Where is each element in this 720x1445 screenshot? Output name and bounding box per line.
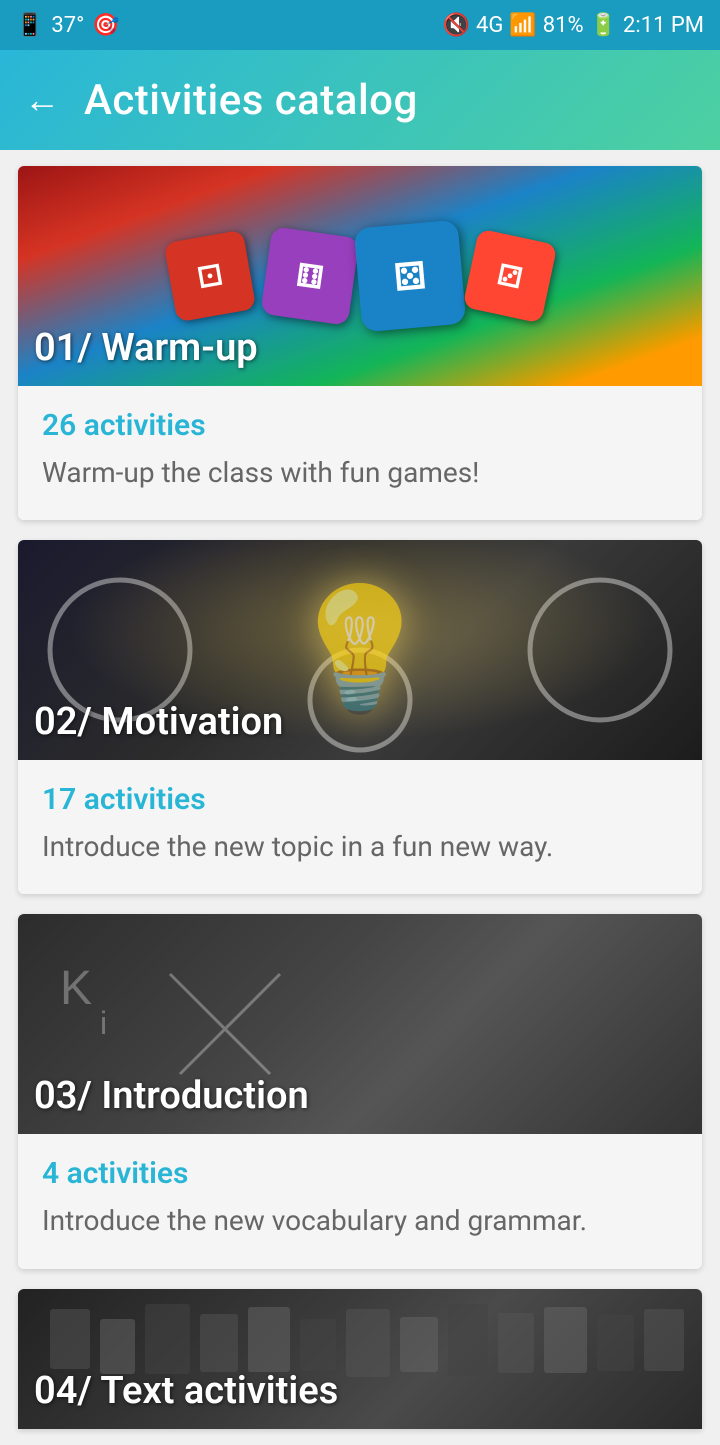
motivation-description: Introduce the new topic in a fun new way… (42, 827, 678, 866)
die-purple: ⚅ (260, 226, 359, 325)
signal-bars-icon: 📶 (509, 13, 536, 38)
card-warmup-image: ⚀ ⚅ ⚄ ⚂ 01/ Warm-up (18, 166, 702, 386)
mute-icon: 🔇 (443, 13, 470, 38)
card-warmup-body: 26 activities Warm-up the class with fun… (18, 386, 702, 520)
card-motivation-image: 💡 02/ Motivation (18, 540, 702, 760)
signal-label: 4G (476, 13, 503, 38)
card-type-title: 04/ Text activities (34, 1369, 338, 1413)
target-icon: 🎯 (92, 13, 119, 38)
warmup-activities-count: 26 activities (42, 408, 678, 443)
card-motivation-title: 02/ Motivation (34, 700, 283, 744)
motivation-activities-count: 17 activities (42, 782, 678, 817)
time: 2:11 PM (623, 13, 704, 38)
card-introduction-title: 03/ Introduction (34, 1074, 309, 1118)
card-warmup-title: 01/ Warm-up (34, 326, 258, 370)
warmup-description: Warm-up the class with fun games! (42, 453, 678, 492)
page-title: Activities catalog (84, 76, 418, 125)
card-introduction-image: K i 03/ Introduction (18, 914, 702, 1134)
introduction-activities-count: 4 activities (42, 1156, 678, 1191)
introduction-description: Introduce the new vocabulary and grammar… (42, 1201, 678, 1240)
die-red: ⚀ (164, 230, 257, 323)
bulb-icon: 💡 (285, 580, 434, 720)
card-motivation-body: 17 activities Introduce the new topic in… (18, 760, 702, 894)
card-introduction[interactable]: K i 03/ Introduction 4 activities Introd… (18, 914, 702, 1268)
status-bar: 📱 37° 🎯 🔇 4G 📶 81% 🔋 2:11 PM (0, 0, 720, 50)
phone-icon: 📱 (16, 13, 43, 38)
back-button[interactable]: ← (24, 79, 60, 121)
status-left: 📱 37° 🎯 (16, 13, 120, 38)
die-blue: ⚄ (354, 220, 467, 333)
toolbar: ← Activities catalog (0, 50, 720, 150)
svg-text:i: i (100, 1005, 107, 1041)
card-warmup[interactable]: ⚀ ⚅ ⚄ ⚂ 01/ Warm-up 26 activities Warm-u… (18, 166, 702, 520)
battery-temp: 37° (51, 13, 84, 38)
status-right: 🔇 4G 📶 81% 🔋 2:11 PM (443, 13, 704, 38)
card-introduction-body: 4 activities Introduce the new vocabular… (18, 1134, 702, 1268)
die-red2: ⚂ (463, 229, 558, 324)
card-motivation[interactable]: 💡 02/ Motivation 17 activities Introduce… (18, 540, 702, 894)
battery-percent: 81% (543, 13, 584, 38)
svg-text:K: K (60, 962, 92, 1015)
card-type[interactable]: 04/ Text activities (18, 1289, 702, 1429)
content-area: ⚀ ⚅ ⚄ ⚂ 01/ Warm-up 26 activities Warm-u… (0, 150, 720, 1445)
card-type-image: 04/ Text activities (18, 1289, 702, 1429)
battery-icon: 🔋 (590, 13, 617, 38)
